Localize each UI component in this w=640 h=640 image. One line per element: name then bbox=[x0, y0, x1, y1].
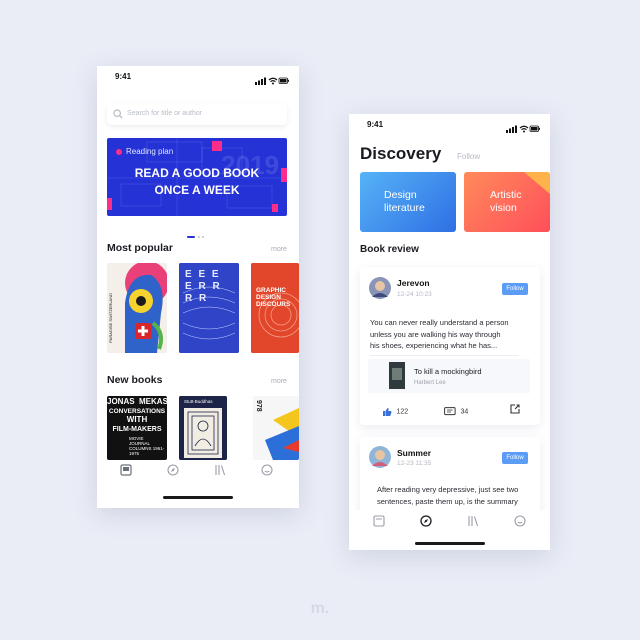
thumbs-up-icon bbox=[383, 407, 392, 416]
share-icon[interactable] bbox=[510, 404, 520, 414]
book-cover-paradise-switzerland[interactable]: PARADISE SWITZERLAND bbox=[107, 263, 167, 353]
cover-title: Stutt-Buddhas bbox=[184, 399, 213, 404]
review-username: Jerevon bbox=[397, 278, 430, 288]
follow-button[interactable]: Follow bbox=[502, 283, 528, 295]
banner-headline-line2: ONCE A WEEK bbox=[154, 183, 240, 197]
cover-line: CONVERSATIONS bbox=[108, 407, 166, 415]
status-bar: 9:41 bbox=[97, 66, 299, 86]
like-count: 122 bbox=[396, 408, 409, 416]
home-indicator bbox=[415, 542, 485, 545]
category-label: Design literature bbox=[384, 189, 425, 215]
compass-icon[interactable] bbox=[167, 464, 179, 476]
home-indicator bbox=[163, 496, 233, 499]
library-icon[interactable] bbox=[467, 515, 479, 527]
tab-follow[interactable]: Follow bbox=[457, 152, 480, 161]
review-text-line: sentences, paste them up, is the summary bbox=[377, 496, 518, 506]
category-design-literature[interactable]: Design literature bbox=[360, 172, 456, 232]
banner-tag: Reading plan bbox=[126, 147, 174, 156]
follow-button[interactable]: Follow bbox=[502, 452, 528, 464]
category-label-line1: Design bbox=[384, 189, 417, 201]
book-cover-jonas-mekas[interactable]: JONAS MEKAS CONVERSATIONS WITH FILM-MAKE… bbox=[107, 396, 167, 460]
category-artistic-vision[interactable]: Artistic vision bbox=[464, 172, 550, 232]
review-text-line: You can never really understand a person bbox=[370, 318, 509, 327]
cover-title: 978 bbox=[255, 400, 262, 412]
banner-headline-line1: READ A GOOD BOOK bbox=[134, 166, 260, 180]
cover-subtitle: MOVIE JOURNAL COLUMNS 1961-1975 bbox=[129, 436, 165, 456]
cover-line: WITH bbox=[126, 415, 148, 424]
category-label-line2: vision bbox=[490, 202, 517, 214]
library-icon[interactable] bbox=[214, 464, 226, 476]
status-icons bbox=[506, 120, 540, 138]
review-card[interactable]: Summer 12-23 11:35 Follow After reading … bbox=[360, 437, 540, 517]
page-title: Discovery bbox=[360, 144, 442, 163]
carousel-dots[interactable] bbox=[187, 226, 209, 244]
avatar[interactable] bbox=[369, 277, 391, 299]
linked-book[interactable]: To kill a mockingbird Harbert Lee bbox=[368, 359, 530, 393]
status-bar: 9:41 bbox=[349, 114, 550, 134]
cover-line: MEKAS bbox=[139, 397, 167, 406]
cover-title: E E E E R R R R bbox=[185, 269, 222, 304]
reading-plan-banner[interactable]: Reading plan 2019 READ A GOOD BOOK ONCE … bbox=[107, 138, 287, 216]
book-icon[interactable] bbox=[373, 515, 385, 527]
most-popular-more-link[interactable]: more bbox=[271, 246, 287, 253]
cover-art bbox=[251, 263, 299, 353]
book-cover-stutt-buddhas[interactable]: Stutt-Buddhas bbox=[179, 396, 227, 460]
linked-book-author: Harbert Lee bbox=[414, 380, 446, 386]
like-button[interactable]: 122 bbox=[382, 403, 408, 421]
review-date: 12-23 11:35 bbox=[397, 460, 432, 467]
book-cover-978[interactable]: 978 bbox=[253, 396, 299, 460]
book-thumbnail bbox=[389, 362, 405, 389]
cover-art bbox=[179, 396, 227, 460]
cover-title: PARADISE SWITZERLAND bbox=[108, 293, 113, 343]
category-label-line2: literature bbox=[384, 202, 425, 214]
status-time: 9:41 bbox=[115, 72, 132, 81]
review-text: After reading very depressive, just see … bbox=[377, 484, 537, 507]
comment-button[interactable]: 34 bbox=[444, 403, 468, 421]
category-label-line1: Artistic bbox=[490, 189, 522, 201]
book-cover-graphic-design[interactable]: GRAPHIC DESIGN DISCOURS bbox=[251, 263, 299, 353]
book-cover-eeee[interactable]: E E E E R R R R bbox=[179, 263, 239, 353]
review-date: 12-24 10:23 bbox=[397, 291, 432, 298]
divider bbox=[370, 355, 518, 356]
bookstore-screen: 9:41 Search for title or author Reading … bbox=[97, 66, 299, 508]
review-card[interactable]: Jerevon 12-24 10:23 Follow You can never… bbox=[360, 267, 540, 425]
status-time: 9:41 bbox=[367, 120, 384, 129]
comment-icon bbox=[444, 406, 456, 415]
cover-art bbox=[107, 263, 167, 353]
compass-icon[interactable] bbox=[420, 515, 432, 527]
book-review-title: Book review bbox=[360, 244, 419, 255]
cover-line: JONAS bbox=[107, 397, 135, 406]
category-label: Artistic vision bbox=[490, 189, 522, 215]
search-placeholder: Search for title or author bbox=[127, 110, 203, 117]
most-popular-title: Most popular bbox=[107, 242, 173, 254]
review-text: You can never really understand a person… bbox=[370, 317, 532, 352]
cover-title: JONAS MEKAS CONVERSATIONS WITH FILM-MAKE… bbox=[107, 397, 167, 434]
new-books-title: New books bbox=[107, 374, 163, 386]
linked-book-title: To kill a mockingbird bbox=[414, 367, 482, 376]
review-text-line: After reading very depressive, just see … bbox=[377, 485, 519, 494]
cover-title: GRAPHIC DESIGN DISCOURS bbox=[256, 287, 291, 308]
search-bar[interactable]: Search for title or author bbox=[107, 103, 287, 125]
review-text-line: his shoes, experiencing what he has... bbox=[370, 341, 498, 350]
brand-mark: m. bbox=[310, 600, 330, 617]
search-icon bbox=[113, 109, 123, 119]
profile-icon[interactable] bbox=[514, 515, 526, 527]
tab-bar bbox=[97, 460, 299, 508]
banner-headline: READ A GOOD BOOK ONCE A WEEK bbox=[107, 165, 287, 199]
cover-line: FILM-MAKERS bbox=[112, 425, 162, 433]
discovery-screen: 9:41 Discovery Follow Design literature … bbox=[349, 114, 550, 550]
review-text-line: unless you are walking his way through bbox=[370, 329, 501, 339]
status-icons bbox=[255, 72, 289, 90]
tab-bar bbox=[349, 510, 550, 550]
review-username: Summer bbox=[397, 448, 432, 458]
new-books-more-link[interactable]: more bbox=[271, 378, 287, 385]
comment-count: 34 bbox=[460, 408, 469, 416]
book-icon[interactable] bbox=[120, 464, 132, 476]
avatar[interactable] bbox=[369, 446, 391, 468]
profile-icon[interactable] bbox=[261, 464, 273, 476]
